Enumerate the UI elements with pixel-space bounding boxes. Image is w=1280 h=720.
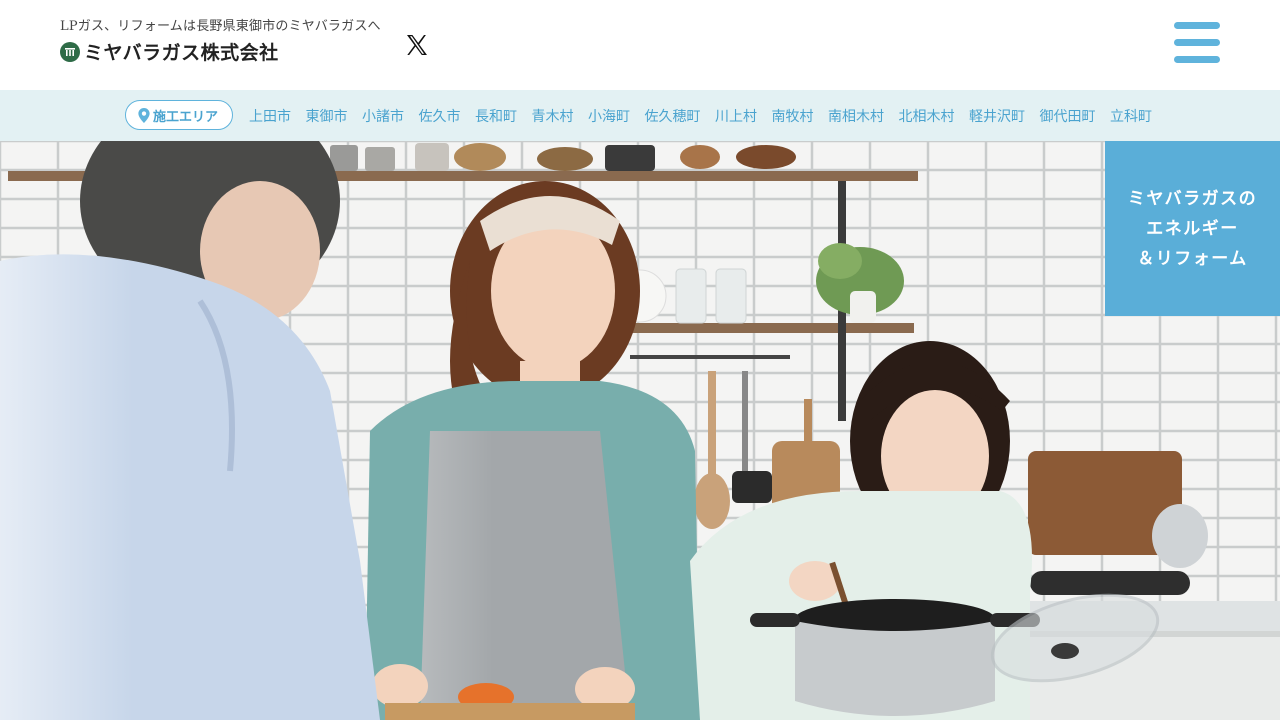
banner-line-1: ミヤバラガスの (1127, 188, 1258, 209)
energy-reform-banner[interactable]: ミヤバラガスの エネルギー ＆リフォーム (1105, 141, 1280, 316)
area-link[interactable]: 長和町 (475, 106, 517, 126)
kitchen-family-photo (0, 141, 1280, 720)
site-header: LPガス、リフォームは長野県東御市のミヤバラガスへ ミヤバラガス株式会社 (0, 0, 1280, 90)
area-link[interactable]: 佐久市 (419, 106, 461, 126)
hero-image: ミヤバラガスの エネルギー ＆リフォーム (0, 141, 1280, 720)
area-link[interactable]: 東御市 (306, 106, 348, 126)
hamburger-bar (1174, 22, 1220, 29)
hamburger-bar (1174, 56, 1220, 63)
area-link[interactable]: 御代田町 (1040, 106, 1096, 126)
service-area-badge[interactable]: 施工エリア (125, 100, 234, 130)
area-list: 上田市 東御市 小諸市 佐久市 長和町 青木村 小海町 佐久穂町 川上村 南牧村… (249, 106, 1167, 126)
site-tagline: LPガス、リフォームは長野県東御市のミヤバラガスへ (60, 19, 381, 34)
logo-emblem-icon (60, 41, 80, 62)
site-logo[interactable]: ミヤバラガス株式会社 (60, 38, 279, 65)
area-link[interactable]: 南相木村 (828, 106, 884, 126)
banner-line-2: エネルギー (1146, 218, 1239, 239)
service-area-nav: 施工エリア 上田市 東御市 小諸市 佐久市 長和町 青木村 小海町 佐久穂町 川… (0, 90, 1280, 141)
map-pin-icon (138, 107, 150, 123)
banner-line-3: ＆リフォーム (1137, 248, 1248, 269)
hamburger-bar (1174, 39, 1220, 46)
logo-text: ミヤバラガス株式会社 (84, 42, 279, 64)
area-link[interactable]: 佐久穂町 (645, 106, 701, 126)
area-link[interactable]: 上田市 (249, 106, 291, 126)
x-icon[interactable] (404, 31, 430, 59)
area-link[interactable]: 北相木村 (899, 106, 955, 126)
area-link[interactable]: 青木村 (532, 106, 574, 126)
area-link[interactable]: 小諸市 (362, 106, 404, 126)
area-link[interactable]: 軽井沢町 (969, 106, 1025, 126)
area-link[interactable]: 南牧村 (772, 106, 814, 126)
hamburger-icon[interactable] (1172, 20, 1222, 68)
service-area-label: 施工エリア (153, 109, 219, 125)
area-link[interactable]: 立科町 (1110, 106, 1152, 126)
area-link[interactable]: 小海町 (588, 106, 630, 126)
area-link[interactable]: 川上村 (715, 106, 757, 126)
